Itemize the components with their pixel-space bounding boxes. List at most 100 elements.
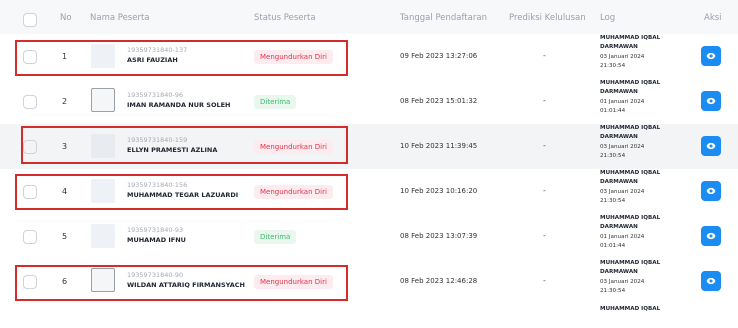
registration-date: 09 Feb 2023 13:27:06 xyxy=(400,52,478,60)
row-checkbox[interactable] xyxy=(23,95,37,109)
graduation-prediction: - xyxy=(543,186,546,195)
view-detail-button[interactable] xyxy=(701,136,721,156)
header-prediksi-kelulusan: Prediksi Kelulusan xyxy=(509,13,586,23)
graduation-prediction: - xyxy=(543,276,546,285)
log-time: 01:01:44 xyxy=(600,242,626,249)
avatar xyxy=(91,224,115,248)
status-badge: Diterima xyxy=(254,230,297,244)
registration-date: 10 Feb 2023 10:16:20 xyxy=(400,187,478,195)
row-checkbox[interactable] xyxy=(23,140,37,154)
eye-icon xyxy=(706,277,716,285)
table-row: 2 19359731840-96 IMAN RAMANDA NUR SOLEH … xyxy=(0,79,738,125)
row-number: 1 xyxy=(62,52,68,61)
table-row: 1 19359731840-137 ASRI FAUZIAH Mengundur… xyxy=(0,34,738,80)
log-user-lastname: DARMAWAN xyxy=(600,269,638,276)
row-number: 2 xyxy=(62,97,68,106)
log-user: MUHAMMAD IQBAL xyxy=(600,35,661,41)
row-checkbox[interactable] xyxy=(23,275,37,289)
log-entry: MUHAMMAD IQBAL DARMAWAN 03 Januari 2024 … xyxy=(600,259,690,296)
participant-name[interactable]: MUHAMAD IFNU xyxy=(127,236,186,244)
row-checkbox[interactable] xyxy=(23,230,37,244)
row-number: 5 xyxy=(62,232,68,241)
log-user-lastname: DARMAWAN xyxy=(600,89,638,96)
log-entry: MUHAMMAD IQBAL DARMAWAN 03 Januari 2024 … xyxy=(600,124,690,161)
registration-date: 08 Feb 2023 13:07:39 xyxy=(400,232,478,240)
status-badge: Diterima xyxy=(254,95,297,109)
header-aksi: Aksi xyxy=(704,13,722,23)
header-log: Log xyxy=(600,13,616,23)
participant-name[interactable]: ASRI FAUZIAH xyxy=(127,56,178,64)
status-badge: Mengundurkan Diri xyxy=(254,185,333,199)
avatar xyxy=(91,134,115,158)
view-detail-button[interactable] xyxy=(701,271,721,291)
participant-id: 19359731840-93 xyxy=(127,226,184,234)
graduation-prediction: - xyxy=(543,141,546,150)
header-tanggal-pendaftaran: Tanggal Pendaftaran xyxy=(400,13,487,23)
log-user: MUHAMMAD IQBAL xyxy=(600,215,661,221)
row-number: 6 xyxy=(62,277,68,286)
log-entry: MUHAMMAD IQBAL DARMAWAN 01 Januari 2024 … xyxy=(600,214,690,251)
view-detail-button[interactable] xyxy=(701,226,721,246)
log-entry: MUHAMMAD IQBAL DARMAWAN 03 Januari 2024 … xyxy=(600,34,690,71)
header-status-peserta: Status Peserta xyxy=(254,13,316,23)
log-time: 01:01:44 xyxy=(600,107,626,114)
log-user-lastname: DARMAWAN xyxy=(600,179,638,186)
status-badge: Mengundurkan Diri xyxy=(254,140,333,154)
avatar xyxy=(91,268,115,292)
view-detail-button[interactable] xyxy=(701,181,721,201)
view-detail-button[interactable] xyxy=(701,46,721,66)
eye-icon xyxy=(706,97,716,105)
table-row-partial: MUHAMMAD IQBAL xyxy=(0,302,738,328)
row-number: 3 xyxy=(62,142,68,151)
registration-date: 08 Feb 2023 12:46:28 xyxy=(400,277,478,285)
log-user-lastname: DARMAWAN xyxy=(600,44,638,51)
log-entry: MUHAMMAD IQBAL DARMAWAN 03 Januari 2024 … xyxy=(600,169,690,206)
eye-icon xyxy=(706,142,716,150)
participant-id: 19359731840-90 xyxy=(127,271,184,279)
graduation-prediction: - xyxy=(543,231,546,240)
header-nama-peserta: Nama Peserta xyxy=(90,13,150,23)
table-row: 4 19359731840-156 MUHAMMAD TEGAR LAZUARD… xyxy=(0,169,738,215)
header-no: No xyxy=(60,13,72,23)
avatar xyxy=(91,44,115,68)
row-checkbox[interactable] xyxy=(23,185,37,199)
graduation-prediction: - xyxy=(543,51,546,60)
row-number: 4 xyxy=(62,187,68,196)
participant-name[interactable]: IMAN RAMANDA NUR SOLEH xyxy=(127,101,231,109)
log-entry: MUHAMMAD IQBAL xyxy=(600,305,690,314)
participant-name[interactable]: ELLYN PRAMESTI AZLINA xyxy=(127,146,217,154)
log-user: MUHAMMAD IQBAL xyxy=(600,306,661,312)
avatar xyxy=(91,179,115,203)
status-badge: Mengundurkan Diri xyxy=(254,275,333,289)
view-detail-button[interactable] xyxy=(701,91,721,111)
log-date: 01 Januari 2024 xyxy=(600,98,645,105)
log-user-lastname: DARMAWAN xyxy=(600,224,638,231)
log-time: 21:30:54 xyxy=(600,62,626,69)
select-all-checkbox[interactable] xyxy=(23,13,37,27)
avatar xyxy=(91,88,115,112)
participant-name[interactable]: WILDAN ATTARIQ FIRMANSYACH xyxy=(127,281,245,289)
log-user: MUHAMMAD IQBAL xyxy=(600,125,661,131)
log-entry: MUHAMMAD IQBAL DARMAWAN 01 Januari 2024 … xyxy=(600,79,690,116)
table-row: 6 19359731840-90 WILDAN ATTARIQ FIRMANSY… xyxy=(0,259,738,305)
eye-icon xyxy=(706,52,716,60)
log-date: 03 Januari 2024 xyxy=(600,188,645,195)
participant-id: 19359731840-156 xyxy=(127,181,188,189)
eye-icon xyxy=(706,232,716,240)
status-badge: Mengundurkan Diri xyxy=(254,50,333,64)
participant-name[interactable]: MUHAMMAD TEGAR LAZUARDI xyxy=(127,191,238,199)
table-row: 5 19359731840-93 MUHAMAD IFNU Diterima 0… xyxy=(0,214,738,260)
log-user: MUHAMMAD IQBAL xyxy=(600,170,661,176)
log-date: 03 Januari 2024 xyxy=(600,143,645,150)
participant-id: 19359731840-137 xyxy=(127,46,188,54)
log-date: 03 Januari 2024 xyxy=(600,278,645,285)
log-time: 21:30:54 xyxy=(600,152,626,159)
log-user: MUHAMMAD IQBAL xyxy=(600,260,661,266)
graduation-prediction: - xyxy=(543,96,546,105)
registration-date: 08 Feb 2023 15:01:32 xyxy=(400,97,478,105)
row-checkbox[interactable] xyxy=(23,50,37,64)
log-time: 21:30:54 xyxy=(600,197,626,204)
participant-id: 19359731840-96 xyxy=(127,91,184,99)
table-row: 3 19359731840-159 ELLYN PRAMESTI AZLINA … xyxy=(0,124,738,170)
participant-id: 19359731840-159 xyxy=(127,136,188,144)
